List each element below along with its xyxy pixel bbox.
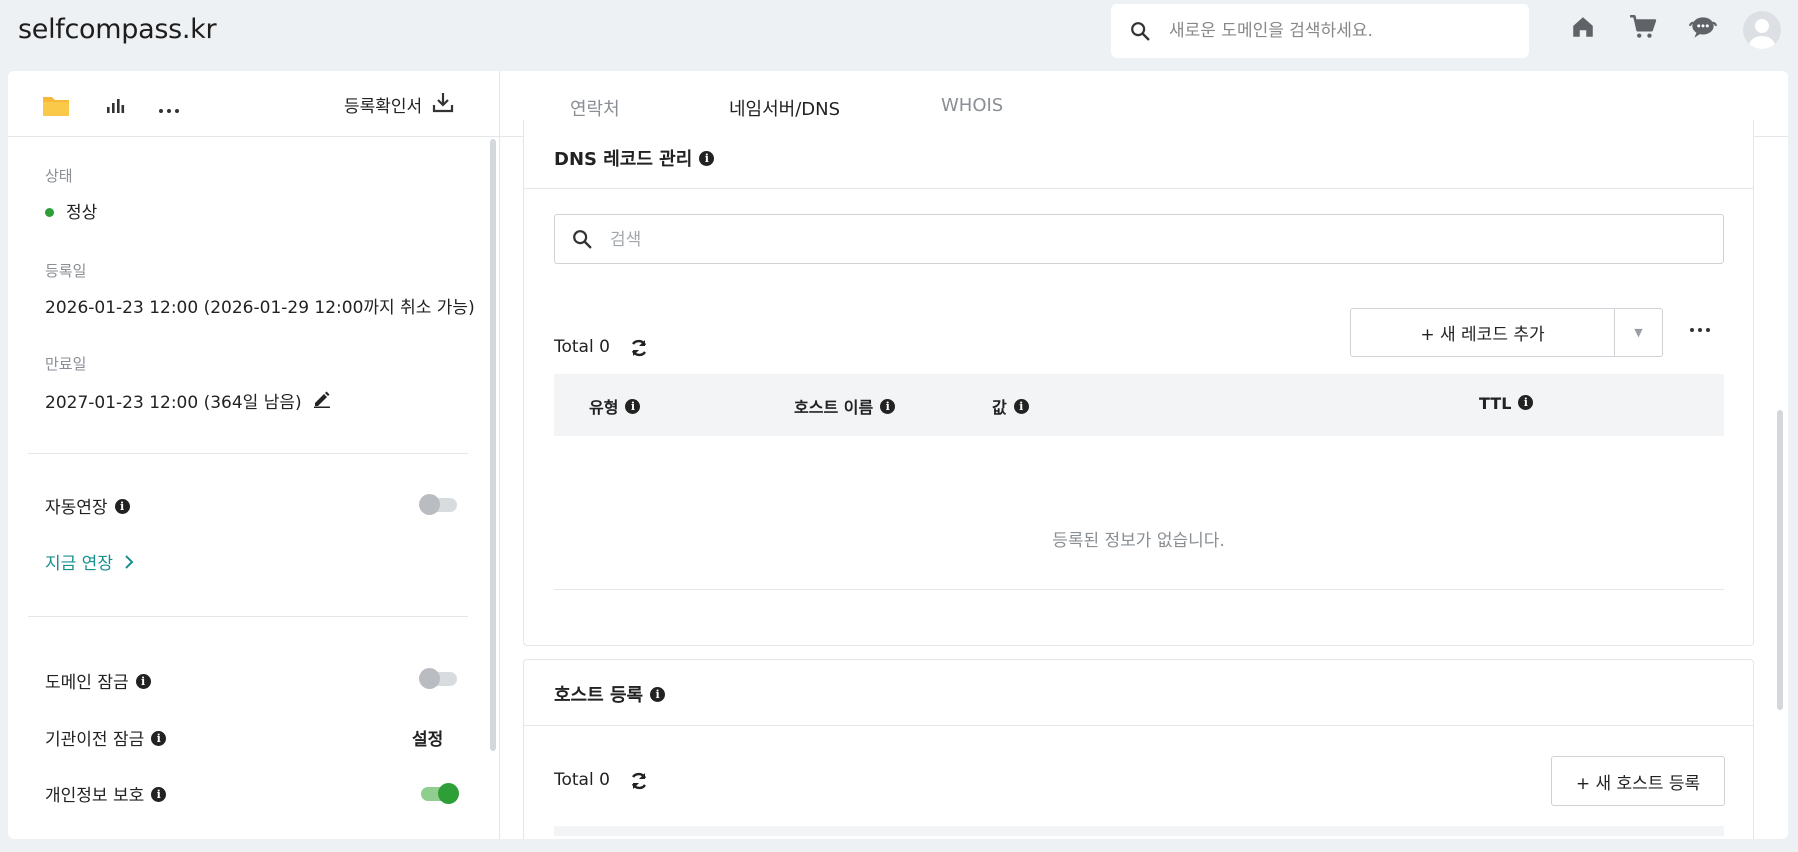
domain-lock-toggle[interactable]	[419, 668, 457, 689]
divider	[28, 453, 468, 454]
info-icon[interactable]: i	[699, 150, 715, 166]
more-options-icon[interactable]	[1689, 318, 1711, 337]
privacy-row: 개인정보 보호 i	[45, 781, 167, 806]
domain-search-input[interactable]	[1169, 16, 1509, 46]
left-toolbar: 등록확인서	[8, 71, 500, 137]
dns-records-card: DNS 레코드 관리i Total 0 + 새 레코드 추가 ▼ 유형i 호스트…	[523, 120, 1754, 646]
status-label: 상태	[45, 167, 73, 185]
info-icon[interactable]: i	[151, 786, 167, 802]
add-record-group: + 새 레코드 추가 ▼	[1350, 308, 1663, 357]
page-bottom-margin	[0, 839, 1798, 852]
certificate-label: 등록확인서	[344, 97, 423, 117]
chevron-down-icon[interactable]: ▼	[1615, 309, 1662, 356]
search-icon	[1129, 20, 1151, 46]
column-type[interactable]: 유형 i	[589, 394, 641, 418]
stats-chart-icon[interactable]	[105, 95, 125, 119]
edit-icon[interactable]	[313, 390, 331, 413]
info-icon[interactable]: i	[650, 686, 666, 702]
more-options-icon[interactable]	[158, 99, 180, 118]
info-icon[interactable]: i	[151, 730, 167, 746]
site-brand[interactable]: selfcompass.kr	[18, 14, 217, 45]
status-dot	[45, 207, 54, 217]
expiry-date-label: 만료일	[45, 355, 87, 373]
info-icon[interactable]: i	[625, 399, 641, 414]
status-value: 정상	[45, 198, 97, 223]
host-table-header	[554, 826, 1724, 836]
transfer-lock-row: 기관이전 잠금 i	[45, 725, 167, 750]
dns-search-input[interactable]	[610, 227, 1690, 253]
refresh-icon[interactable]	[629, 771, 649, 795]
chevron-right-icon	[124, 554, 134, 574]
privacy-toggle[interactable]	[421, 783, 459, 804]
left-scrollbar[interactable]	[490, 139, 496, 751]
dns-search-box[interactable]	[554, 214, 1724, 264]
dns-table-header: 유형 i 호스트 이름 i 값i TTL i	[554, 374, 1724, 436]
renew-now-link[interactable]: 지금 연장	[45, 549, 134, 574]
registration-certificate-button[interactable]: 등록확인서	[344, 91, 454, 118]
info-icon[interactable]: i	[114, 498, 130, 514]
transfer-lock-settings-button[interactable]: 설정	[412, 725, 443, 750]
user-avatar-icon[interactable]	[1743, 11, 1781, 49]
column-ttl[interactable]: TTL i	[1479, 394, 1534, 413]
divider	[28, 616, 468, 617]
tab-contacts[interactable]: 연락처	[570, 95, 620, 121]
domain-lock-row: 도메인 잠금 i	[45, 668, 151, 693]
cart-icon[interactable]	[1629, 14, 1657, 44]
empty-state-text: 등록된 정보가 없습니다.	[1052, 531, 1225, 551]
domain-info-pane: 등록확인서 상태 정상 등록일 2026-01-23 12:00 (2026-0…	[8, 71, 500, 839]
right-scrollbar[interactable]	[1777, 410, 1783, 710]
support-chat-icon[interactable]	[1688, 14, 1718, 44]
table-bottom-border	[554, 589, 1724, 590]
info-icon[interactable]: i	[135, 673, 151, 689]
host-total-count: Total 0	[554, 770, 610, 790]
info-icon[interactable]: i	[1013, 399, 1029, 414]
registered-date-label: 등록일	[45, 262, 87, 280]
column-hostname[interactable]: 호스트 이름 i	[794, 394, 896, 418]
info-icon[interactable]: i	[1518, 395, 1534, 410]
host-registration-card: 호스트 등록 i Total 0 + 새 호스트 등록	[523, 659, 1754, 852]
tab-nameserver-dns[interactable]: 네임서버/DNS	[729, 95, 840, 121]
download-icon	[432, 91, 454, 118]
tab-whois[interactable]: WHOIS	[941, 95, 1003, 116]
divider	[524, 725, 1753, 726]
host-registration-title: 호스트 등록 i	[554, 681, 666, 707]
domain-search-box[interactable]	[1111, 4, 1529, 58]
divider	[524, 188, 1753, 189]
search-icon	[571, 228, 593, 254]
dns-total-count: Total 0	[554, 337, 610, 357]
dns-records-title: DNS 레코드 관리 i	[554, 145, 715, 171]
folder-icon[interactable]	[42, 93, 70, 121]
home-icon[interactable]	[1570, 14, 1596, 44]
info-icon[interactable]: i	[880, 399, 896, 414]
auto-renew-row: 자동연장 i	[45, 493, 130, 518]
add-record-button[interactable]: + 새 레코드 추가	[1351, 309, 1615, 356]
column-value[interactable]: 값i	[992, 394, 1029, 418]
refresh-icon[interactable]	[629, 338, 649, 362]
auto-renew-toggle[interactable]	[419, 494, 457, 515]
add-host-button[interactable]: + 새 호스트 등록	[1551, 756, 1725, 806]
registered-date-value: 2026-01-23 12:00 (2026-01-29 12:00까지 취소 …	[45, 298, 475, 318]
expiry-date-value: 2027-01-23 12:00 (364일 남음)	[45, 388, 331, 415]
